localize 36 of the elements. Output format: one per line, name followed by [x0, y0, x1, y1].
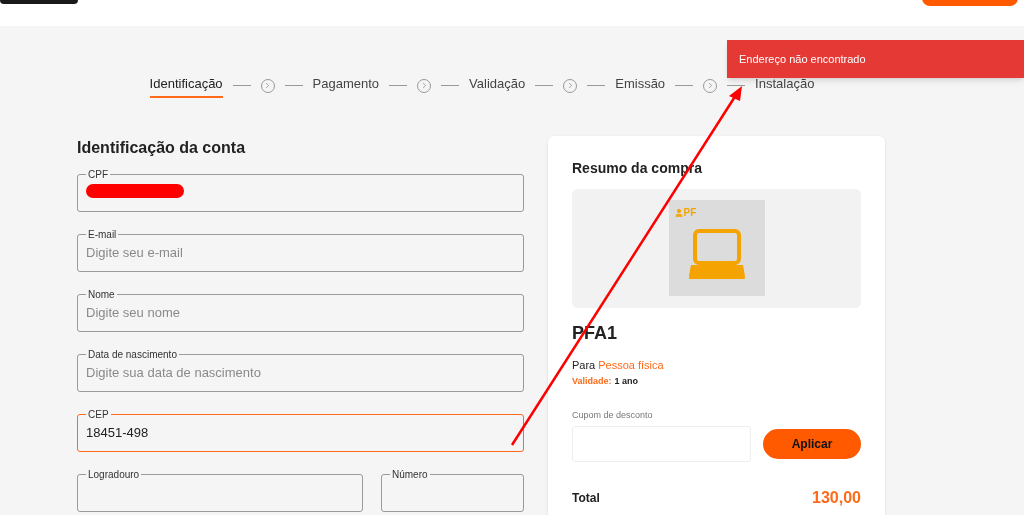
input-field[interactable]: Logradouro	[77, 469, 363, 512]
validity-value: 1 ano	[614, 375, 639, 388]
total-label: Total	[572, 490, 600, 507]
customer-type: Pessoa física	[598, 357, 664, 373]
field-label: CPF	[87, 169, 109, 180]
step-tab[interactable]: Emissão	[615, 74, 666, 98]
person-icon	[673, 207, 684, 218]
input-field[interactable]: CEP 18451-498	[77, 409, 524, 452]
step-tab[interactable]: Validação	[469, 74, 526, 98]
field-label: Data de nascimento	[87, 349, 178, 360]
step-tab[interactable]: Instalação	[755, 74, 815, 98]
input-field[interactable]: CPF	[77, 169, 524, 212]
toast-message: Endereço não encontrado	[739, 51, 866, 67]
field-input[interactable]: Digite sua data de nascimento	[86, 362, 515, 382]
form-title: Identificação da conta	[77, 137, 247, 158]
field-label: Nome	[87, 289, 116, 300]
coupon-label: Cupom de desconto	[572, 408, 654, 422]
field-input[interactable]: Digite seu nome	[86, 302, 515, 322]
step-tab[interactable]: Identificação	[149, 74, 223, 98]
input-field[interactable]: Nome Digite seu nome	[77, 289, 524, 332]
field-label: Número	[391, 469, 429, 480]
field-input[interactable]: 18451-498	[86, 422, 515, 442]
apply-button[interactable]: Aplicar	[763, 429, 861, 459]
total-value: 130,00	[812, 488, 861, 508]
validity-label: Validade:	[572, 375, 612, 388]
product-type-label: PF	[683, 206, 697, 220]
field-label: CEP	[87, 409, 110, 420]
field-label: E-mail	[87, 229, 118, 240]
laptop-icon	[688, 228, 745, 280]
input-field[interactable]: E-mail Digite seu e-mail	[77, 229, 524, 272]
field-input[interactable]: Digite seu e-mail	[86, 242, 515, 262]
input-field[interactable]: Número	[381, 469, 524, 512]
field-label: Logradouro	[87, 469, 141, 480]
step-tab[interactable]: Pagamento	[312, 74, 380, 98]
for-label: Para	[572, 357, 596, 373]
input-field[interactable]: Data de nascimento Digite sua data de nascimento	[77, 349, 524, 392]
